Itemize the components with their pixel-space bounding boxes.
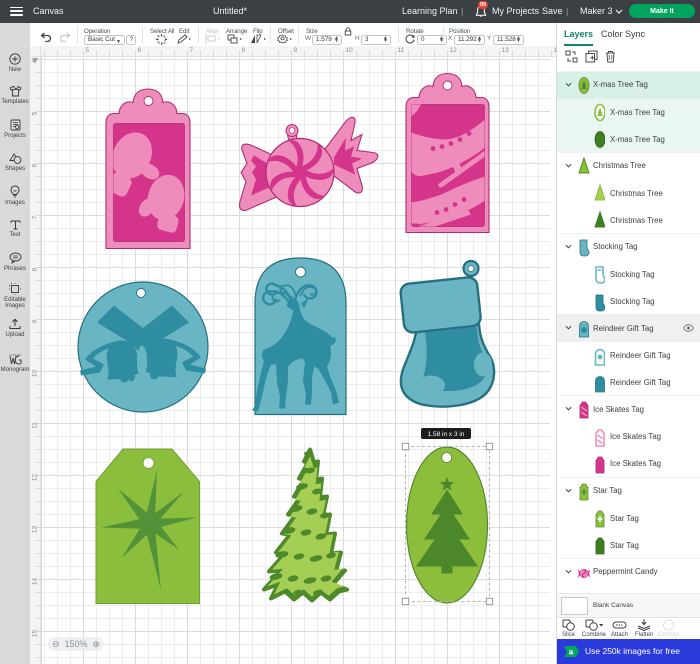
svg-text:1.58 in x 3 in: 1.58 in x 3 in	[428, 431, 465, 438]
svg-text:a: a	[569, 648, 574, 657]
